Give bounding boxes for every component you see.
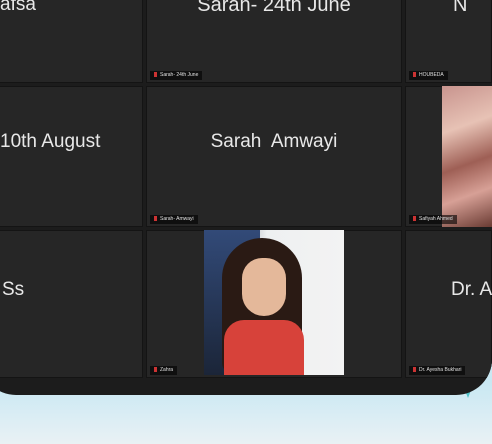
participant-video-feed	[204, 230, 344, 375]
participant-name: Sarah Amwayi	[210, 131, 338, 152]
participant-name: Ss	[2, 279, 25, 300]
participant-tile-video[interactable]: Zahra	[146, 230, 402, 378]
name-label: Zahra	[150, 366, 178, 375]
participant-tile-ss[interactable]: Ss	[0, 230, 143, 378]
mic-muted-icon	[154, 216, 157, 222]
mic-muted-icon	[154, 72, 157, 78]
mic-muted-icon	[154, 367, 157, 373]
participant-tile-sarah-june[interactable]: Sarah- 24th June Sarah- 24th June	[146, 0, 402, 83]
name-label: Dr. Ayesha Bukhari	[409, 366, 466, 375]
name-label: Safiyah Ahmed	[409, 215, 457, 224]
face-shape	[242, 258, 286, 316]
participant-tile-right-top[interactable]: N HOUBEDA	[405, 0, 492, 83]
mic-muted-icon	[413, 367, 416, 373]
participant-name: afsa	[0, 0, 36, 15]
participant-tile-dr[interactable]: Dr. A Dr. Ayesha Bukhari	[405, 230, 492, 378]
clothing-shape	[224, 320, 304, 375]
name-label: Sarah- 24th June	[150, 71, 203, 80]
participant-tile-sarah-amwayi[interactable]: Sarah Amwayi Sarah- Amwayi	[146, 86, 402, 227]
mic-muted-icon	[413, 216, 416, 222]
video-call-grid: afsa Sarah- 24th June Sarah- 24th June N…	[0, 0, 492, 395]
participant-name: Dr. A	[451, 279, 492, 300]
participant-name: N	[453, 0, 468, 16]
shared-video-thumbnail	[442, 86, 492, 227]
participant-name: 10th August	[0, 131, 101, 152]
mic-muted-icon	[413, 72, 416, 78]
name-label: Sarah- Amwayi	[150, 215, 198, 224]
participant-tile-august[interactable]: 10th August	[0, 86, 143, 227]
name-label: HOUBEDA	[409, 71, 448, 80]
participant-name: Sarah- 24th June	[197, 0, 351, 16]
participant-tile-right-mid[interactable]: Safiyah Ahmed	[405, 86, 492, 227]
participant-tile-hafsa[interactable]: afsa	[0, 0, 143, 83]
